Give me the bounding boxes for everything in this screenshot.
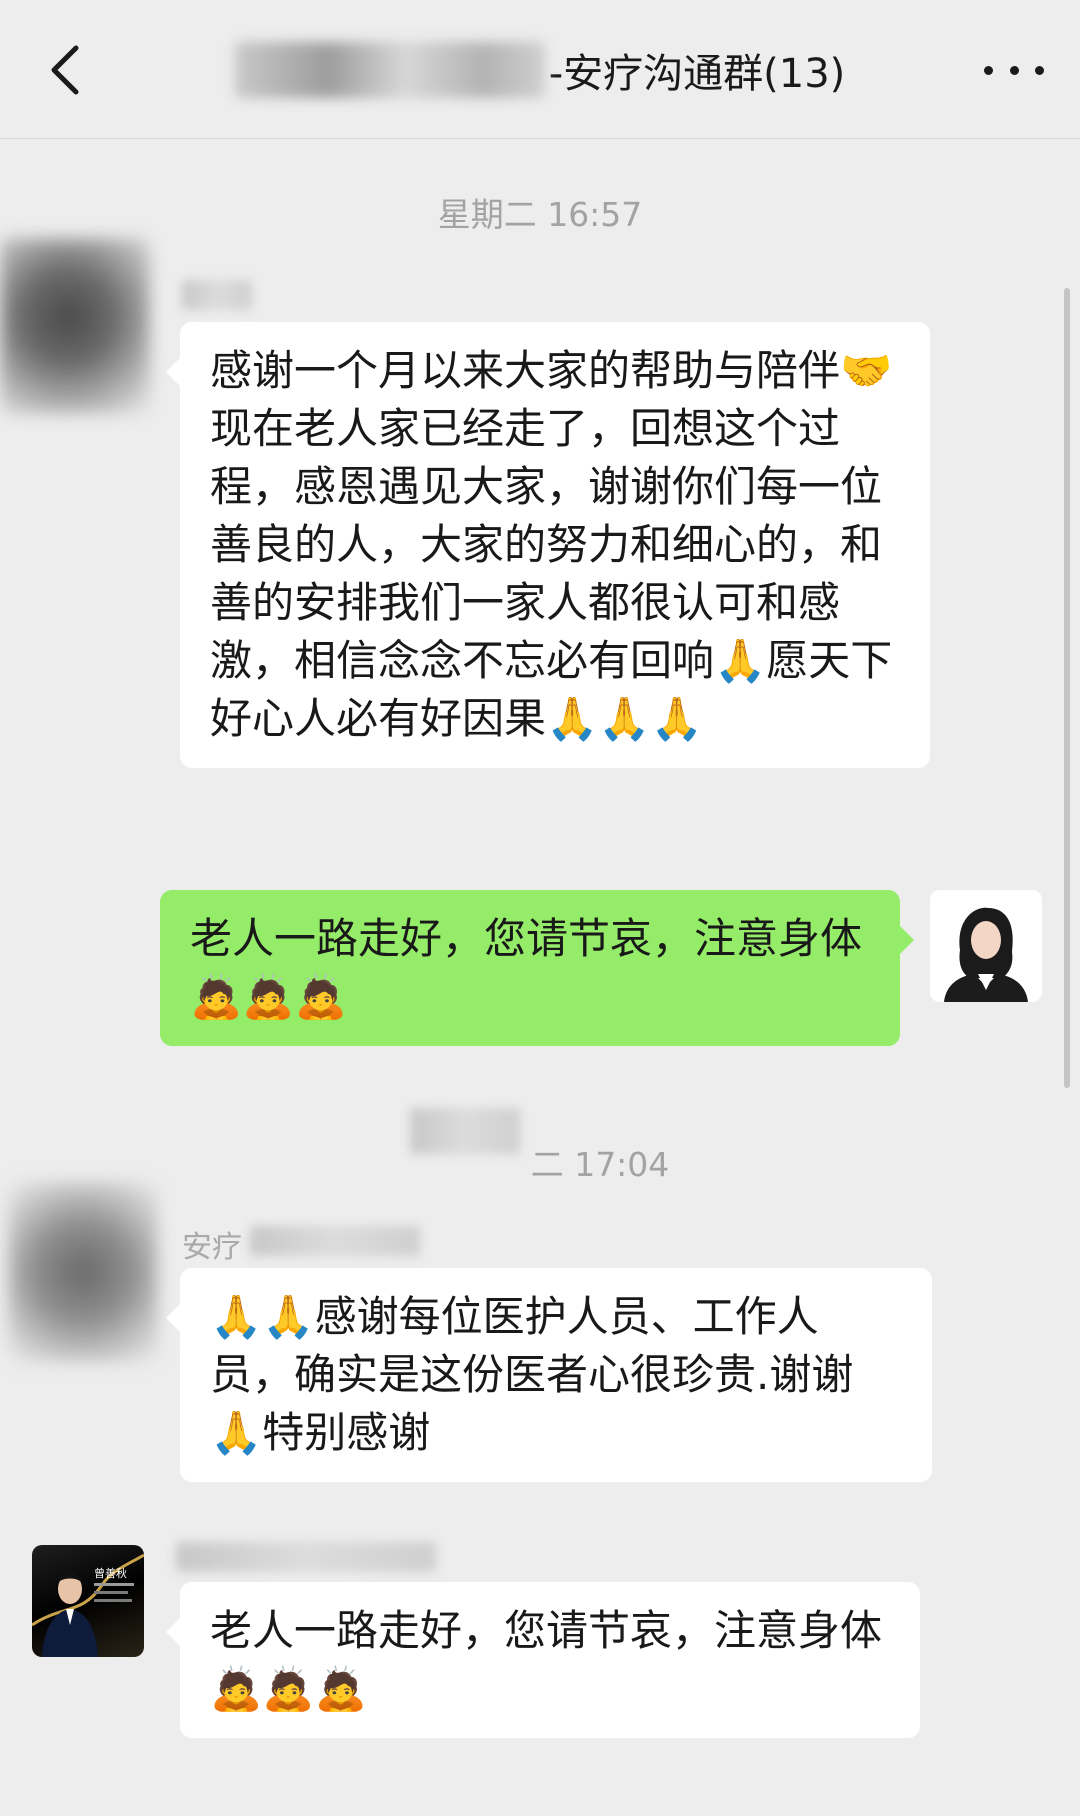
more-options-button[interactable] bbox=[984, 52, 1044, 88]
more-dots-icon bbox=[984, 65, 993, 75]
avatar[interactable] bbox=[8, 1182, 158, 1362]
avatar-card-name: 曾善秋 bbox=[94, 1567, 127, 1580]
avatar[interactable] bbox=[0, 238, 150, 414]
avatar-self[interactable] bbox=[930, 890, 1042, 1002]
chat-title: -安疗沟通群(13) bbox=[150, 30, 930, 110]
scrollbar[interactable] bbox=[1064, 288, 1070, 1088]
chat-header: -安疗沟通群(13) bbox=[0, 0, 1080, 139]
sender-name-redacted bbox=[176, 1542, 436, 1572]
avatar-portrait bbox=[930, 890, 1042, 1002]
chat-title-text: -安疗沟通群(13) bbox=[548, 51, 846, 97]
timestamp: 星期二 16:57 bbox=[437, 195, 643, 234]
sender-name: 安疗 bbox=[182, 1230, 242, 1265]
message-bubble[interactable]: 感谢一个月以来大家的帮助与陪伴🤝现在老人家已经走了，回想这个过程，感恩遇见大家，… bbox=[166, 322, 930, 768]
avatar-card-image bbox=[32, 1553, 144, 1657]
message-bubble[interactable]: 🙏🙏感谢每位医护人员、工作人员，确实是这份医者心很珍贵.谢谢🙏特别感谢 bbox=[166, 1268, 932, 1482]
back-button[interactable] bbox=[34, 40, 94, 100]
avatar[interactable]: 曾善秋 bbox=[32, 1545, 144, 1657]
sender-name-redacted bbox=[250, 1226, 420, 1256]
chevron-left-icon bbox=[51, 45, 79, 95]
timestamp: 二 17:04 bbox=[530, 1145, 670, 1184]
message-bubble[interactable]: 老人一路走好，您请节哀，注意身体🙇🙇🙇 bbox=[166, 1582, 920, 1738]
sender-name-redacted bbox=[182, 280, 252, 310]
title-redacted bbox=[234, 42, 545, 98]
message-bubble-self[interactable]: 老人一路走好，您请节哀，注意身体🙇🙇🙇 bbox=[160, 890, 914, 1046]
